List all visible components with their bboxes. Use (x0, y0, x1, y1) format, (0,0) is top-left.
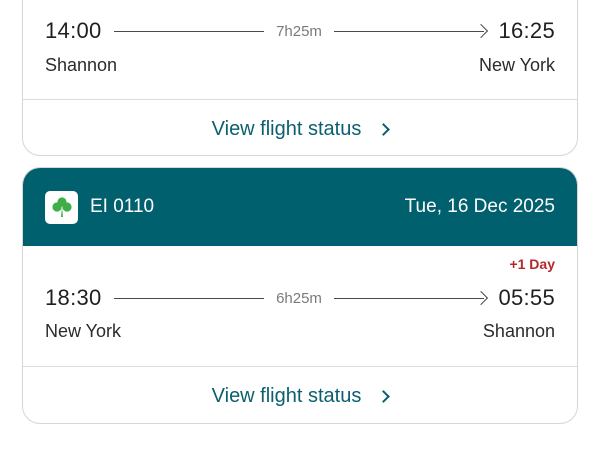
city-row: Shannon New York (45, 53, 555, 77)
duration-line: 7h25m (113, 22, 489, 40)
flight-card-header: EI 0110 Tue, 16 Dec 2025 (23, 168, 577, 246)
flight-duration: 7h25m (276, 22, 322, 40)
time-row: 14:00 7h25m 16:25 (45, 16, 555, 46)
arrival-time: 05:55 (498, 285, 555, 310)
flight-card-return: EI 0110 Tue, 16 Dec 2025 +1 Day 18:30 6h… (22, 167, 578, 424)
origin-city: Shannon (45, 54, 118, 75)
arrow-right-icon (474, 290, 489, 306)
flight-identifier: EI 0110 (45, 190, 155, 224)
flight-duration: 6h25m (276, 289, 322, 307)
arrival-time: 16:25 (498, 18, 555, 43)
flight-number: EI 0110 (90, 196, 155, 217)
view-flight-status-label: View flight status (211, 117, 362, 140)
arrow-right-icon (474, 23, 489, 39)
flight-date: Tue, 16 Dec 2025 (404, 196, 555, 217)
city-row: New York Shannon (45, 319, 555, 343)
duration-line: 6h25m (113, 289, 489, 307)
shamrock-icon (45, 190, 78, 224)
destination-city: New York (478, 54, 555, 75)
view-flight-status-button[interactable]: View flight status (23, 371, 577, 421)
view-flight-status-label: View flight status (211, 384, 362, 407)
departure-time: 18:30 (45, 285, 102, 310)
departure-time: 14:00 (45, 18, 102, 43)
divider (23, 99, 577, 100)
view-flight-status-button[interactable]: View flight status (23, 104, 577, 154)
divider (23, 366, 577, 367)
origin-city: New York (45, 320, 122, 341)
flight-card-outbound: 14:00 7h25m 16:25 Shannon New York View … (22, 0, 578, 156)
time-row: 18:30 6h25m 05:55 (45, 283, 555, 313)
day-offset-badge: +1 Day (509, 256, 555, 272)
destination-city: Shannon (482, 320, 555, 341)
chevron-right-icon (377, 122, 391, 136)
chevron-right-icon (377, 389, 391, 403)
